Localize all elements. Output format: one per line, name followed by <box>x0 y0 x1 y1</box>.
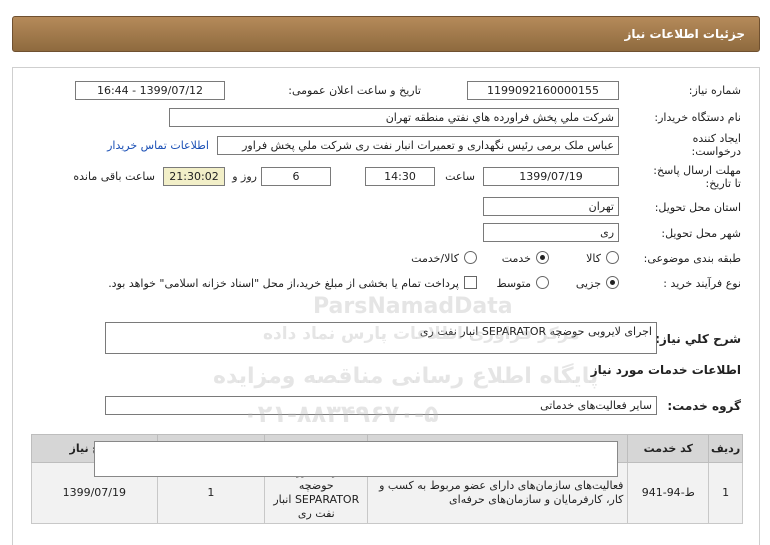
watermark-brand: ParsNamadData <box>313 294 513 319</box>
service-group-field[interactable]: سایر فعالیت‌های خدماتی <box>105 396 657 415</box>
contact-info-link[interactable]: اطلاعات تماس خریدار <box>107 139 209 152</box>
category-label: طبقه بندی موضوعی: <box>643 252 741 265</box>
category-option-goods-service: کالا/خدمت <box>411 252 459 265</box>
category-option-service: خدمت <box>501 252 531 265</box>
process-radio-minor[interactable] <box>606 276 619 289</box>
need-number-label: شماره نیاز: <box>688 84 741 97</box>
attachments-box <box>94 441 618 477</box>
col-header-code: کد خدمت <box>627 434 710 463</box>
treasury-payment-note: پرداخت تمام یا بخشی از مبلغ خرید،از محل … <box>108 277 459 290</box>
description-label: شرح کلي نياز: <box>655 332 741 346</box>
announce-date-label: تاریخ و ساعت اعلان عمومی: <box>288 84 421 97</box>
description-field[interactable]: اجرای لایروبی حوضچه SEPARATOR انبار نفت … <box>105 322 657 354</box>
category-radio-goods-service[interactable] <box>464 251 477 264</box>
deadline-date-field[interactable]: 1399/07/19 <box>483 167 619 186</box>
creator-label: ایجاد کننده <box>692 132 741 145</box>
city-label: شهر محل تحویل: <box>661 227 741 240</box>
days-label: روز و <box>232 170 257 183</box>
process-option-minor: جزیی <box>575 277 601 290</box>
process-label: نوع فرآیند خرید : <box>663 277 741 290</box>
province-label: استان محل تحویل: <box>654 201 741 214</box>
need-number-field[interactable]: 1199092160000155 <box>467 81 619 100</box>
process-option-medium: متوسط <box>496 277 531 290</box>
deadline-time-label: ساعت <box>445 170 475 183</box>
remaining-time-field: 21:30:02 <box>163 167 225 186</box>
creator-label-2: درخواست: <box>691 145 741 158</box>
deadline-time-field[interactable]: 14:30 <box>365 167 435 186</box>
days-remaining-field[interactable]: 6 <box>261 167 331 186</box>
category-radio-service[interactable] <box>536 251 549 264</box>
process-radio-medium[interactable] <box>536 276 549 289</box>
deadline-label: مهلت ارسال پاسخ: <box>653 164 741 177</box>
col-header-row-no: ردیف <box>708 434 743 463</box>
remaining-time-label: ساعت باقی مانده <box>73 170 155 183</box>
announce-date-field[interactable]: 1399/07/12 - 16:44 <box>75 81 225 100</box>
cell-code: ط-94-941 <box>627 462 710 524</box>
cell-row-no: 1 <box>708 462 743 524</box>
page-header: جزئیات اطلاعات نیاز <box>12 16 760 52</box>
services-section-title: اطلاعات خدمات مورد نیاز <box>590 363 741 377</box>
buyer-field[interactable]: شرکت ملي پخش فراورده هاي نفتي منطقه تهرا… <box>169 108 619 127</box>
category-option-goods: کالا <box>586 252 601 265</box>
province-field[interactable]: تهران <box>483 197 619 216</box>
city-field[interactable]: ری <box>483 223 619 242</box>
creator-field[interactable]: عباس ملک برمی رئیس نگهداری و تعمیرات انب… <box>217 136 619 155</box>
buyer-label: نام دستگاه خریدار: <box>654 111 741 124</box>
page-title: جزئیات اطلاعات نیاز <box>624 27 745 41</box>
service-group-label: گروه خدمت: <box>667 399 741 413</box>
treasury-payment-checkbox[interactable] <box>464 276 477 289</box>
watermark-line-3: پایگاه اطلاع رسانی مناقصه ومزایده <box>213 364 599 389</box>
deadline-label-2: تا تاریخ: <box>705 177 741 190</box>
category-radio-goods[interactable] <box>606 251 619 264</box>
